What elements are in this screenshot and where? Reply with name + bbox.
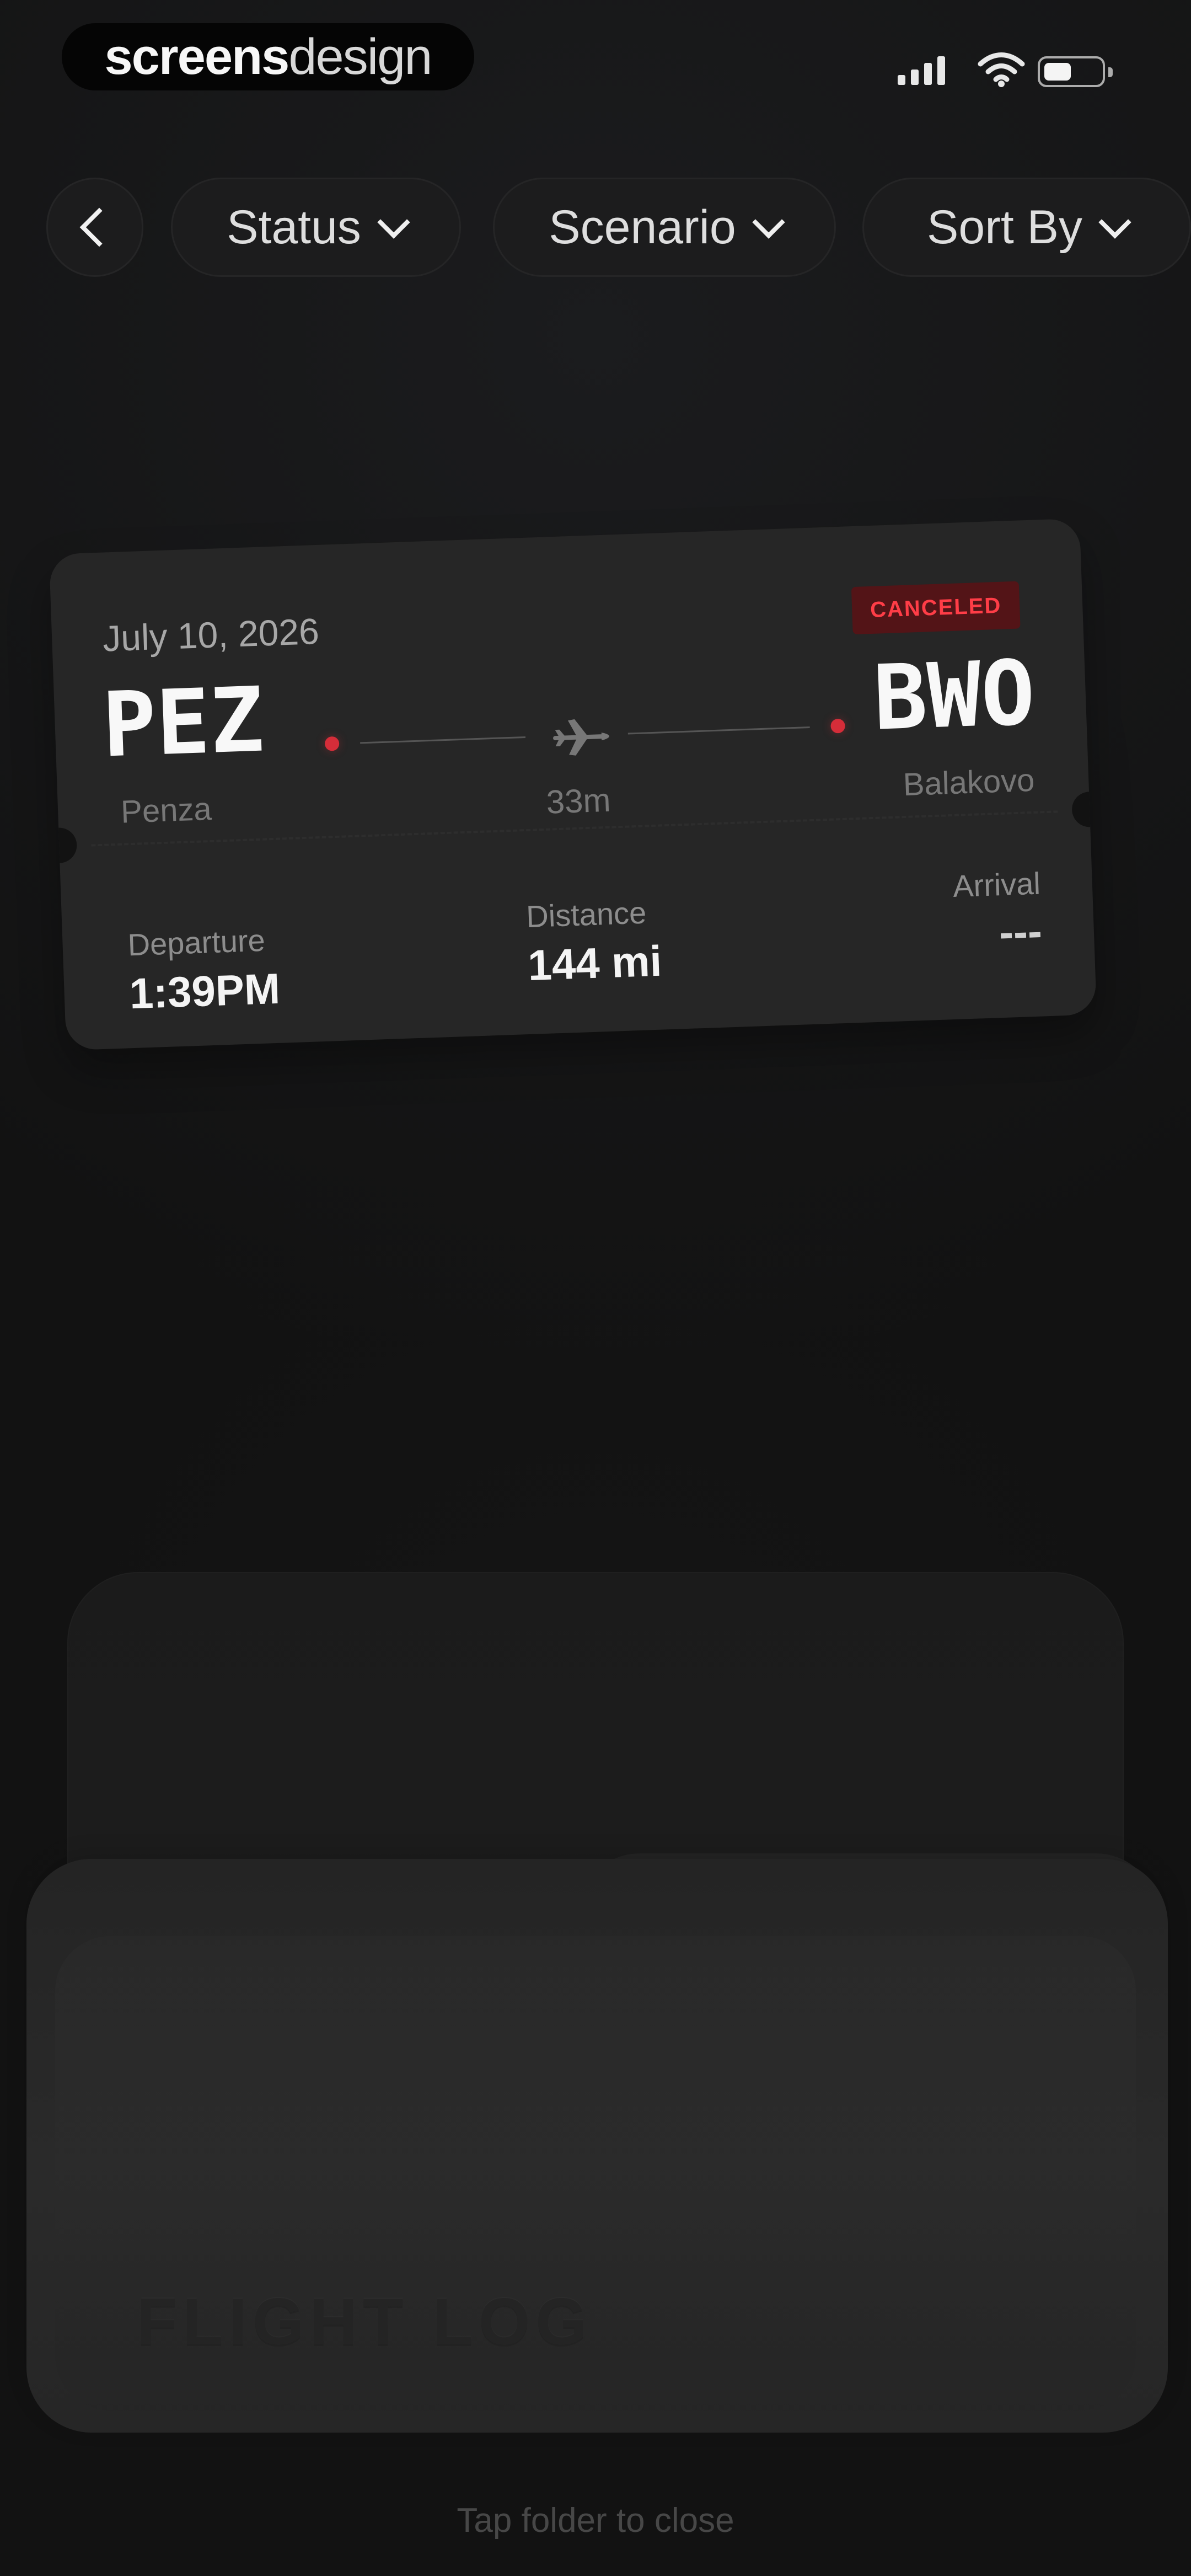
chevron-down-icon — [377, 206, 410, 239]
arrival-time: --- — [998, 906, 1043, 957]
departure-time: 1:39PM — [128, 964, 281, 1018]
destination-airport-code: BWO — [872, 641, 1037, 751]
chevron-left-icon — [79, 207, 119, 247]
origin-city: Penza — [120, 790, 212, 830]
arrival-label: Arrival — [952, 865, 1041, 904]
flight-duration: 33m — [545, 781, 611, 821]
chevron-down-icon — [752, 206, 785, 239]
filter-row: Status Scenario Sort By — [46, 178, 1191, 277]
status-filter-button[interactable]: Status — [171, 178, 461, 277]
destination-route-dot — [830, 718, 846, 734]
folder-label: FLIGHT LOG — [137, 2285, 593, 2359]
route-segment-right — [627, 726, 810, 735]
flight-date: July 10, 2026 — [101, 610, 320, 659]
departure-label: Departure — [127, 922, 266, 963]
battery-level — [1044, 63, 1071, 81]
destination-city: Balakovo — [902, 762, 1036, 803]
route-segment-left — [360, 736, 526, 744]
chevron-down-icon — [1098, 206, 1131, 239]
signal-icon — [898, 56, 948, 85]
status-filter-label: Status — [227, 200, 361, 254]
battery-icon — [1038, 56, 1105, 87]
sort-by-filter-label: Sort By — [927, 200, 1082, 254]
origin-airport-code: PEZ — [100, 668, 266, 778]
brand-name-light: design — [288, 28, 432, 85]
top-bar: screens design — [0, 0, 1191, 116]
flight-route-line — [314, 702, 856, 766]
tap-folder-hint: Tap folder to close — [457, 2502, 734, 2540]
distance-label: Distance — [525, 895, 647, 934]
back-button[interactable] — [46, 178, 143, 277]
flight-ticket-card[interactable]: July 10, 2026 CANCELED PEZ BWO Penza Bal… — [49, 518, 1097, 1051]
brand-name-strong: screens — [104, 28, 290, 85]
distance-value: 144 mi — [527, 936, 663, 990]
plane-icon — [553, 719, 609, 756]
sort-by-filter-button[interactable]: Sort By — [862, 178, 1191, 277]
origin-route-dot — [324, 736, 340, 751]
scenario-filter-label: Scenario — [549, 200, 736, 254]
wifi-icon — [978, 52, 1025, 87]
battery-cap — [1108, 67, 1113, 77]
flight-status-badge: CANCELED — [851, 581, 1021, 635]
scenario-filter-button[interactable]: Scenario — [493, 178, 836, 277]
status-icons — [887, 46, 1129, 90]
brand-logo: screens design — [62, 23, 474, 90]
